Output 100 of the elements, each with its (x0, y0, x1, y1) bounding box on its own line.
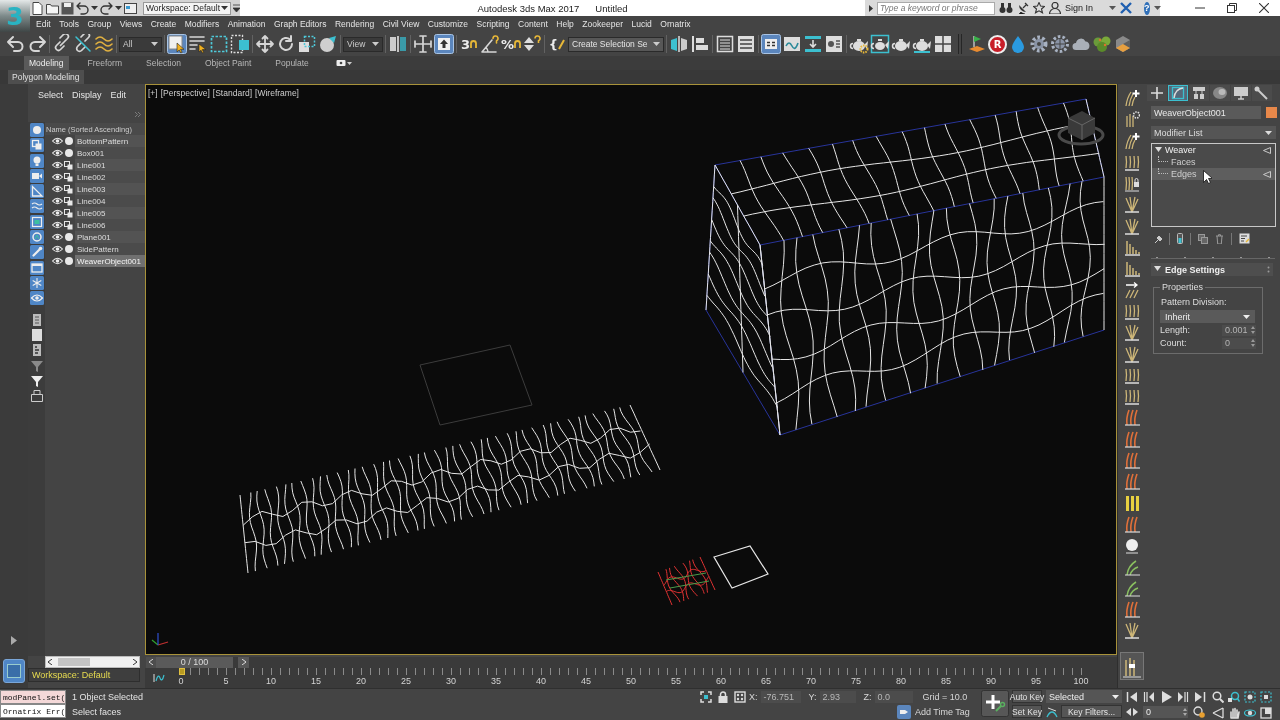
object-name[interactable]: Plane001 (75, 231, 145, 243)
ribbon-tab[interactable]: Populate (270, 56, 314, 70)
chain-link-icon[interactable] (52, 34, 72, 54)
folder-window-icon[interactable] (124, 1, 137, 15)
viewport-menu-label[interactable]: [Perspective] (160, 88, 210, 98)
curly-strands-icon[interactable] (1123, 429, 1140, 448)
picture-frame-icon[interactable] (29, 214, 44, 229)
trash-icon[interactable] (1215, 233, 1224, 244)
time-slider[interactable]: 0 / 100 (156, 656, 1117, 668)
view-cube[interactable] (1057, 111, 1105, 146)
arrow-strands-icon[interactable] (1123, 280, 1140, 299)
ribbon-tab[interactable]: Freeform (82, 56, 127, 70)
dashed-rectangle-icon[interactable] (209, 34, 229, 54)
scroll-right-icon[interactable] (133, 659, 137, 665)
eye-icon[interactable] (52, 233, 63, 241)
rollout-header[interactable]: Edge Settings (1151, 263, 1273, 276)
workspace-dropdown[interactable]: Workspace: Default (28, 668, 140, 682)
restore-icon[interactable] (1227, 3, 1237, 13)
auto-key-button[interactable]: Auto Key (1012, 690, 1042, 703)
plus-icon[interactable] (1147, 85, 1167, 101)
gear-strands-icon[interactable] (1123, 110, 1140, 129)
next-key-icon[interactable] (1177, 691, 1189, 703)
pin-icon[interactable] (29, 245, 44, 260)
menu-item[interactable]: Ornatrix (660, 19, 691, 29)
workspace-dropdown[interactable]: Workspace: Default (143, 1, 231, 15)
add-time-tag-link[interactable]: Add Time Tag (915, 706, 970, 717)
expand-triangle-icon[interactable] (1154, 266, 1161, 273)
camera-icon[interactable] (29, 168, 44, 183)
go-to-end-icon[interactable] (1194, 691, 1206, 703)
gear-globe-icon[interactable] (1050, 34, 1070, 54)
orbit-icon[interactable] (1244, 707, 1256, 719)
curly-strands-icon[interactable] (1123, 600, 1140, 619)
undo-icon[interactable] (6, 34, 26, 54)
curly-strands-icon[interactable] (1123, 451, 1140, 470)
field-of-view-icon[interactable] (1212, 707, 1224, 719)
plant-icon[interactable] (1092, 34, 1112, 54)
monitor-icon[interactable] (1231, 85, 1251, 101)
four-panel-icon[interactable] (933, 34, 953, 54)
box-outline-icon[interactable] (29, 389, 44, 404)
wrench-icon[interactable] (1252, 85, 1272, 101)
leaf-strands-icon[interactable] (1123, 557, 1140, 576)
wedge-icon[interactable] (1263, 170, 1271, 178)
percent-snap-toggle[interactable]: % (501, 34, 521, 54)
triangle-ruler-icon[interactable] (29, 184, 44, 199)
disc-icon[interactable] (1123, 536, 1140, 555)
redo-icon[interactable] (27, 34, 47, 54)
gear-icon[interactable] (1029, 34, 1049, 54)
mirror-icon[interactable] (669, 34, 689, 54)
fan-strands-icon[interactable] (1123, 216, 1140, 235)
set-key-button[interactable]: Set Key (1012, 705, 1042, 718)
horizontal-scrollbar[interactable] (45, 656, 140, 668)
key-mode-icon[interactable] (1126, 706, 1138, 718)
eye-icon[interactable] (52, 221, 63, 229)
object-name[interactable]: Line003 (75, 183, 145, 195)
strands-icon[interactable] (1123, 387, 1140, 406)
color-swatch-icon[interactable] (1266, 107, 1277, 118)
dice-icon[interactable] (734, 690, 746, 703)
strands-tile-icon[interactable] (1119, 652, 1144, 680)
viewport-menu-label[interactable]: [Standard] (212, 88, 253, 98)
previous-frame-button[interactable] (146, 656, 156, 668)
menu-item[interactable]: Modifiers (184, 19, 220, 29)
viewport-menu-label[interactable]: [+] (148, 88, 158, 98)
letter-badge-button[interactable]: R (988, 34, 1007, 54)
broken-chain-icon[interactable] (73, 34, 93, 54)
object-name[interactable]: Line002 (75, 171, 145, 183)
pattern-division-dropdown[interactable]: Inherit (1160, 310, 1255, 323)
modifier-list-dropdown[interactable]: Modifier List (1151, 126, 1276, 139)
curve-window-icon[interactable] (782, 34, 802, 54)
fan-strands-icon[interactable] (1123, 344, 1140, 363)
waves-icon[interactable] (29, 199, 44, 214)
tag-icon[interactable] (897, 704, 911, 719)
zoom-all-icon[interactable] (1228, 691, 1240, 703)
expand-triangle-icon[interactable] (1155, 146, 1162, 154)
funnel-icon[interactable] (29, 374, 44, 389)
teapot-window-icon[interactable] (870, 34, 890, 54)
folder-icon[interactable] (46, 1, 59, 15)
object-name[interactable]: SidePattern (75, 243, 145, 255)
menu-item[interactable]: Help (556, 19, 574, 29)
grip-dots-icon[interactable] (1267, 266, 1270, 273)
viewport-menu-label[interactable]: [Wireframe] (255, 88, 299, 98)
panel-toggle-icon[interactable] (335, 59, 352, 67)
ribbon-tab[interactable]: Modeling (24, 56, 69, 70)
curve-handle-icon[interactable] (1046, 705, 1058, 718)
object-name[interactable]: WeaverObject001 (75, 255, 145, 267)
copies-icon[interactable] (1198, 233, 1208, 244)
arrow-tray-icon[interactable] (803, 34, 823, 54)
menu-item[interactable]: Tools (59, 19, 79, 29)
align-bars-icon[interactable] (690, 34, 710, 54)
zoom-extents-all-icon[interactable] (1260, 691, 1272, 703)
expand-arrow-icon[interactable] (869, 4, 873, 12)
pivot-icon[interactable] (388, 34, 408, 54)
snap-toggle[interactable]: 3 (459, 34, 479, 54)
key-mode-dropdown[interactable]: Selected (1046, 690, 1122, 703)
leaf-strands-icon[interactable] (1123, 578, 1140, 597)
menu-item[interactable]: Select (38, 90, 63, 100)
eye-icon[interactable] (52, 173, 63, 181)
wavy-lines-icon[interactable] (94, 34, 114, 54)
menu-item[interactable]: Lucid (631, 19, 652, 29)
ribbon-tab[interactable]: Object Paint (199, 56, 257, 70)
hair-add-icon[interactable] (1123, 131, 1140, 150)
